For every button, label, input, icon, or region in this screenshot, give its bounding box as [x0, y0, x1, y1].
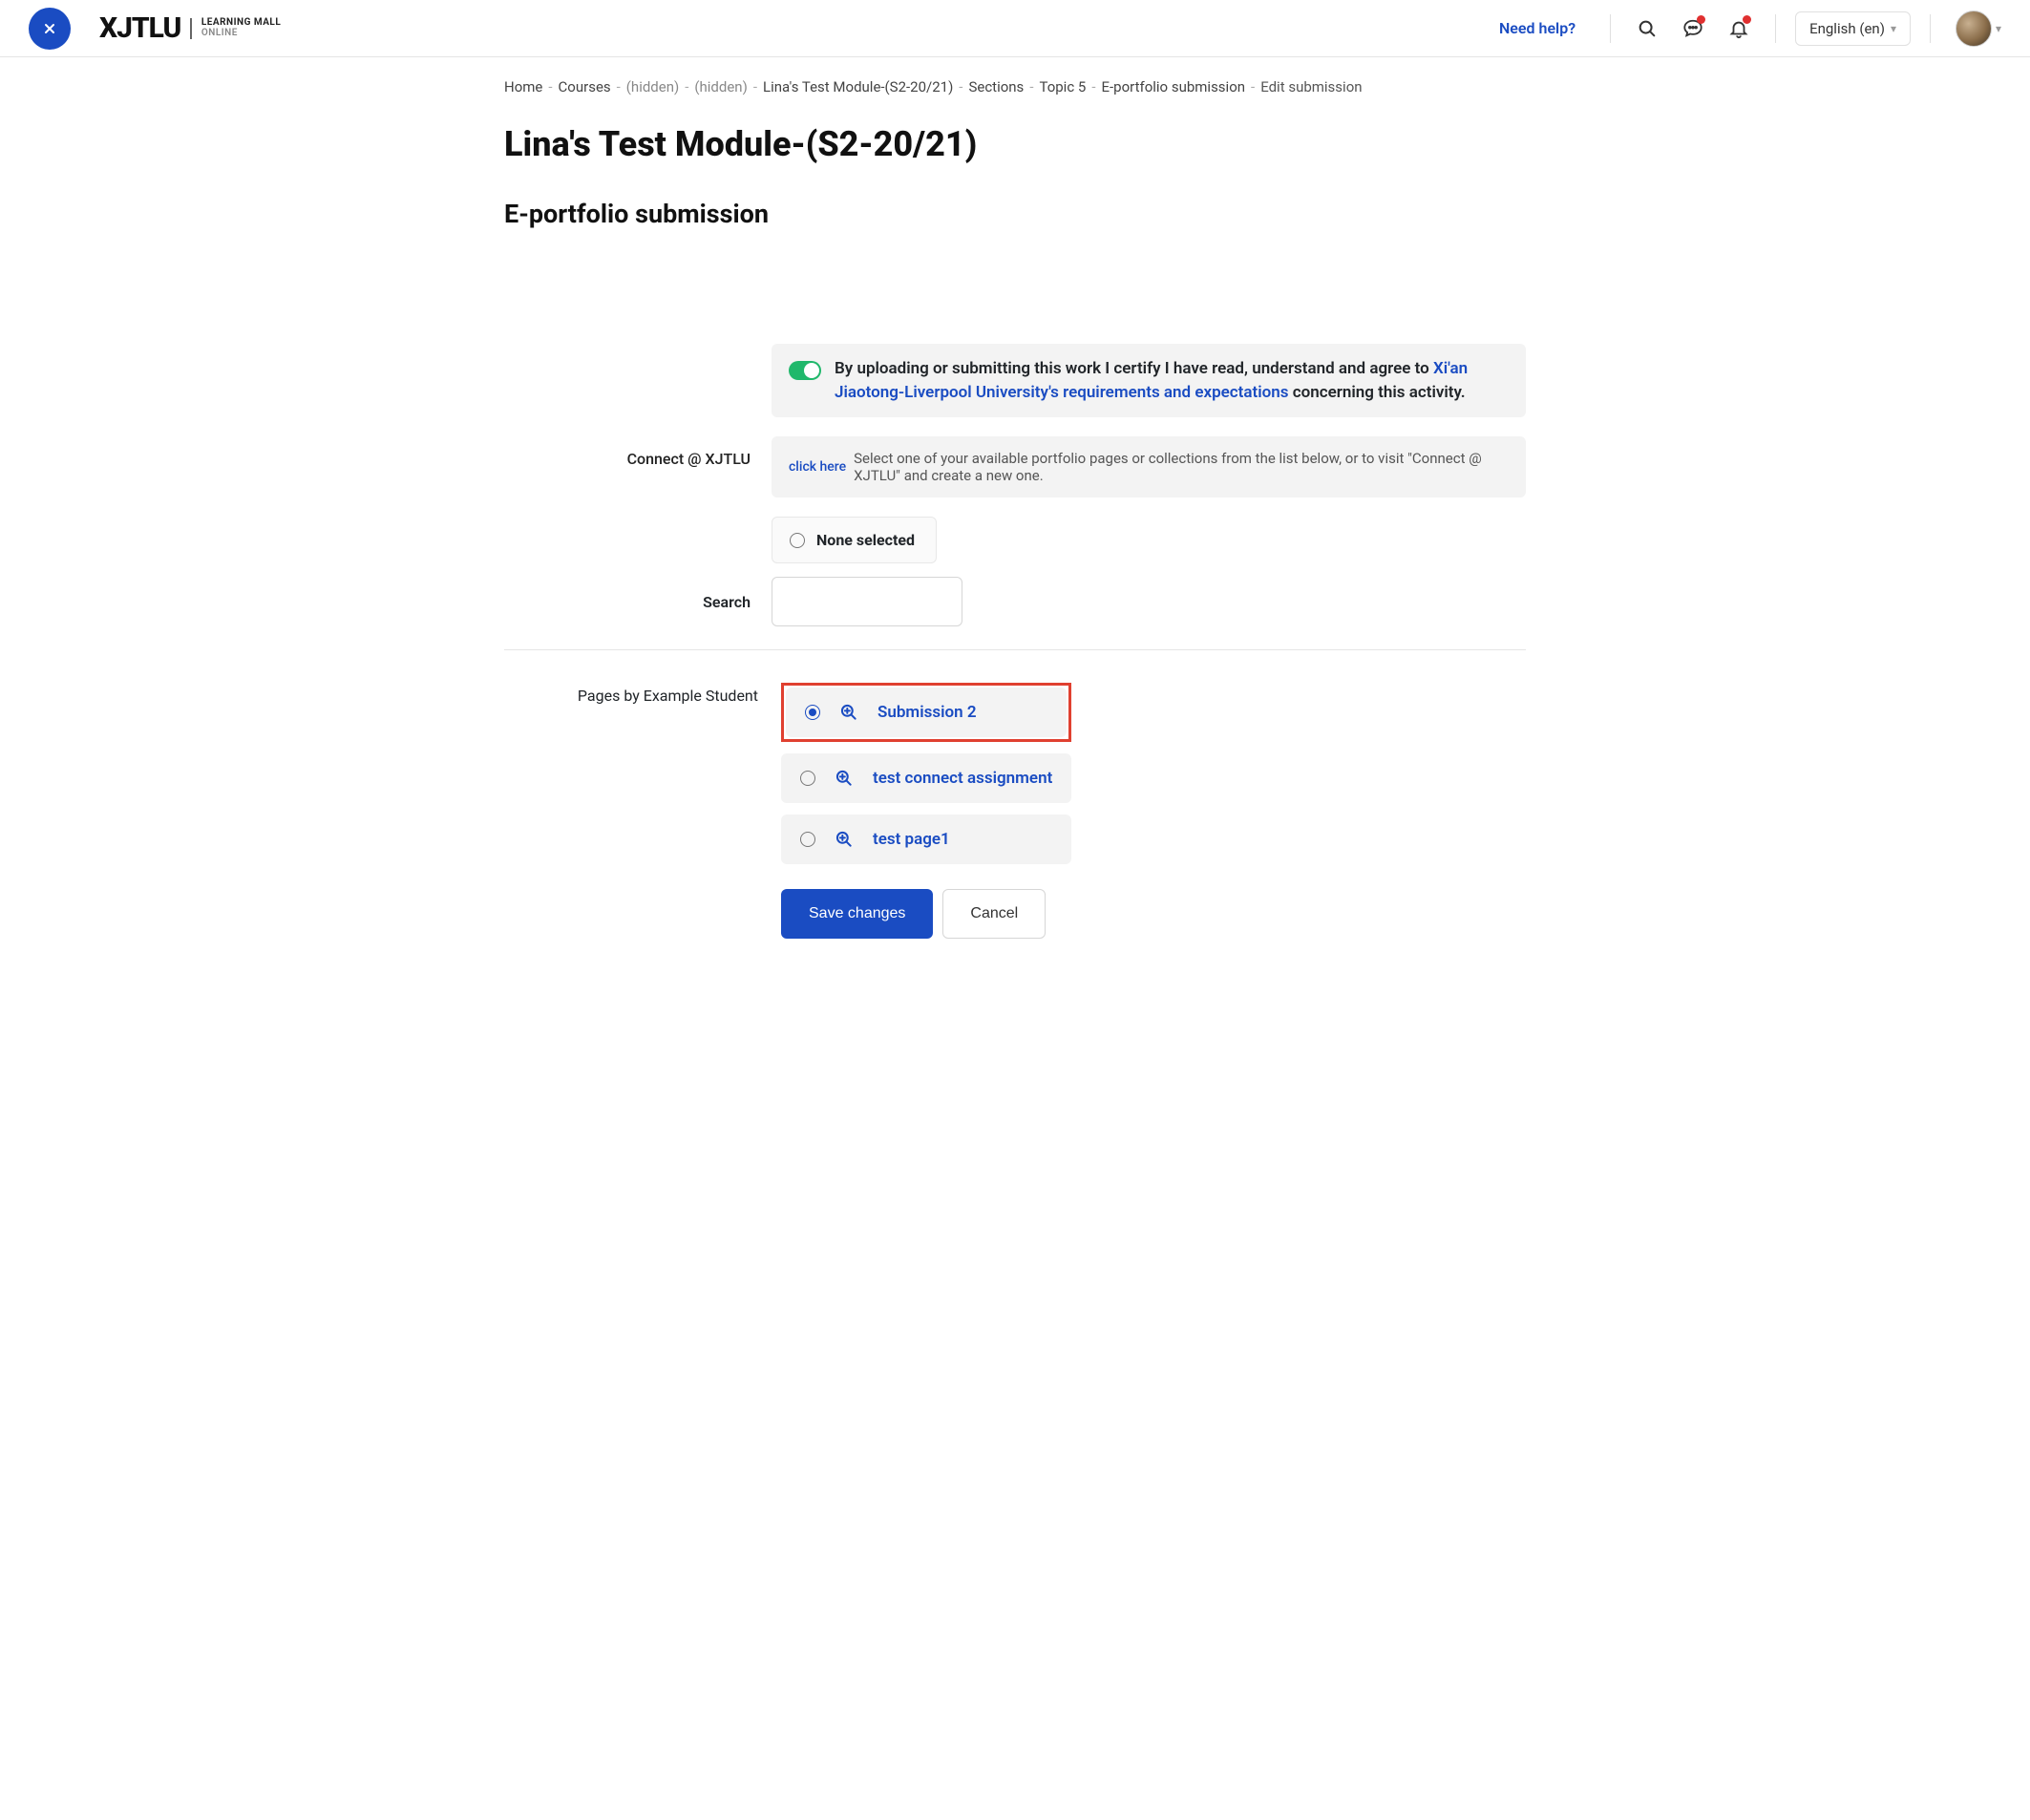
- page-item-wrap: test page1: [781, 815, 1071, 864]
- breadcrumb: Home- Courses- (hidden)- (hidden)- Lina'…: [504, 78, 1526, 95]
- separator: [1930, 14, 1931, 43]
- save-button[interactable]: Save changes: [781, 889, 933, 939]
- page-option[interactable]: test connect assignment: [781, 753, 1071, 803]
- action-buttons: Save changes Cancel: [781, 889, 1071, 939]
- breadcrumb-sections[interactable]: Sections: [968, 78, 1024, 95]
- zoom-in-icon[interactable]: [835, 769, 854, 788]
- help-link[interactable]: Need help?: [1499, 19, 1575, 37]
- click-here-link[interactable]: click here: [789, 450, 846, 475]
- page-item-wrap: test connect assignment: [781, 753, 1071, 803]
- chevron-down-icon: ▾: [1996, 22, 2001, 35]
- cancel-button[interactable]: Cancel: [942, 889, 1046, 939]
- page-title: Lina's Test Module-(S2-20/21): [504, 124, 1526, 164]
- pages-heading: Pages by Example Student: [504, 683, 781, 705]
- breadcrumb-hidden: (hidden): [626, 78, 679, 95]
- language-select[interactable]: English (en) ▾: [1795, 11, 1911, 46]
- breadcrumb-activity[interactable]: E-portfolio submission: [1101, 78, 1245, 95]
- messages-icon[interactable]: [1676, 11, 1710, 46]
- chevron-down-icon: ▾: [1891, 22, 1896, 35]
- certify-statement: By uploading or submitting this work I c…: [772, 344, 1526, 417]
- page-title-link[interactable]: Submission 2: [878, 703, 977, 722]
- pages-section: Pages by Example Student Submission 2: [504, 683, 1526, 939]
- page-title-link[interactable]: test page1: [873, 830, 950, 849]
- radio-icon: [805, 705, 820, 720]
- separator: [1610, 14, 1611, 43]
- breadcrumb-hidden: (hidden): [694, 78, 747, 95]
- breadcrumb-current: Edit submission: [1260, 78, 1362, 95]
- logo-divider: [190, 18, 192, 39]
- breadcrumb-module[interactable]: Lina's Test Module-(S2-20/21): [763, 78, 953, 95]
- connect-row: Connect @ XJTLU click here Select one of…: [504, 436, 1526, 497]
- separator: [1775, 14, 1776, 43]
- avatar: [1956, 11, 1992, 47]
- notification-dot: [1697, 15, 1705, 24]
- breadcrumb-home[interactable]: Home: [504, 78, 542, 95]
- logo-subtitle: LEARNING MALL ONLINE: [201, 18, 281, 38]
- page-option[interactable]: Submission 2: [786, 688, 1067, 737]
- logo-text: XJTLU: [99, 11, 180, 45]
- search-label: Search: [504, 593, 772, 611]
- logo[interactable]: XJTLU LEARNING MALL ONLINE: [99, 11, 281, 45]
- radio-icon: [790, 533, 805, 548]
- breadcrumb-courses[interactable]: Courses: [559, 78, 611, 95]
- connect-box: click here Select one of your available …: [772, 436, 1526, 497]
- page-item-highlighted: Submission 2: [781, 683, 1071, 742]
- connect-description: Select one of your available portfolio p…: [854, 450, 1509, 484]
- divider: [504, 649, 1526, 650]
- pages-list: Submission 2 test connect assignment: [781, 683, 1071, 939]
- page-title-link[interactable]: test connect assignment: [873, 769, 1052, 788]
- breadcrumb-topic[interactable]: Topic 5: [1039, 78, 1086, 95]
- zoom-in-icon[interactable]: [835, 830, 854, 849]
- topbar: XJTLU LEARNING MALL ONLINE Need help? En…: [0, 0, 2030, 57]
- close-button[interactable]: [29, 8, 71, 50]
- connect-label: Connect @ XJTLU: [504, 436, 772, 468]
- search-input[interactable]: [772, 577, 962, 626]
- user-menu[interactable]: ▾: [1956, 11, 2001, 47]
- none-selected-option[interactable]: None selected: [772, 517, 937, 563]
- page-option[interactable]: test page1: [781, 815, 1071, 864]
- search-row: Search: [504, 577, 1526, 626]
- notification-dot: [1743, 15, 1751, 24]
- activity-title: E-portfolio submission: [504, 199, 1526, 229]
- zoom-in-icon[interactable]: [839, 703, 858, 722]
- radio-icon: [800, 771, 815, 786]
- certify-toggle[interactable]: [789, 361, 821, 380]
- certify-text: By uploading or submitting this work I c…: [835, 357, 1509, 404]
- radio-icon: [800, 832, 815, 847]
- notifications-icon[interactable]: [1722, 11, 1756, 46]
- search-icon[interactable]: [1630, 11, 1664, 46]
